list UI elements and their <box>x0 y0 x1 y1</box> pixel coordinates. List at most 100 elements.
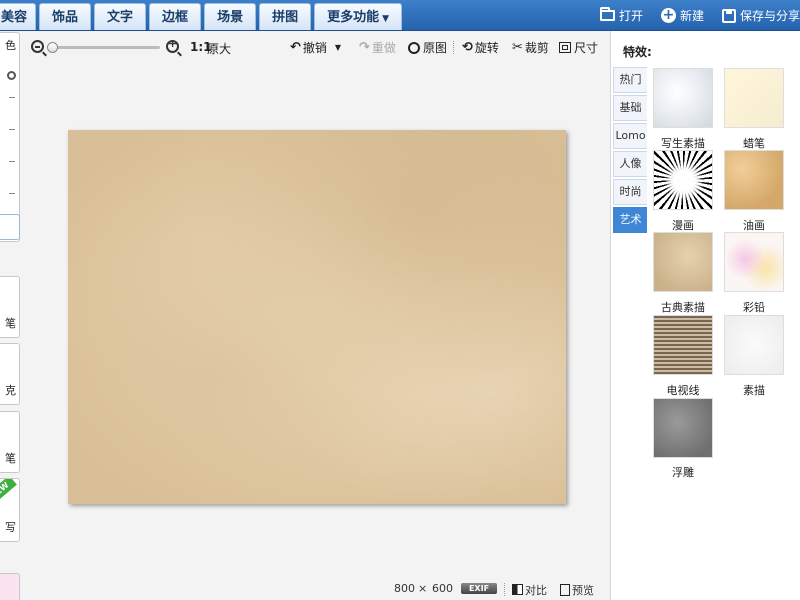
undo-icon: ↶ <box>290 40 301 55</box>
save-share-label: 保存与分享 <box>739 9 800 23</box>
redo-label: 重做 <box>371 41 396 55</box>
crop-button[interactable]: ✂ 裁剪 <box>512 39 549 56</box>
tab-more[interactable]: 更多功能 ▼ <box>314 3 403 30</box>
plus-icon: + <box>660 7 676 23</box>
effect-thumb-pencil-sketch[interactable] <box>724 315 784 375</box>
redo-button[interactable]: ↷ 重做 <box>359 39 396 56</box>
main-tabs: 美容 饰品 文字 边框 场景 拼图 更多功能 ▼ <box>0 3 405 31</box>
effect-thumb-manga[interactable] <box>653 150 713 210</box>
open-label: 打开 <box>618 9 643 23</box>
chevron-down-icon[interactable]: ▼ <box>335 43 341 52</box>
left-tool-label: 色 <box>5 39 16 52</box>
effect-thumb-crayon[interactable] <box>724 68 784 128</box>
compare-button[interactable]: 对比 <box>512 582 547 598</box>
category-basic[interactable]: 基础 <box>613 95 647 121</box>
rotate-icon: ⟲ <box>462 40 473 55</box>
undo-label: 撤销 <box>302 41 327 55</box>
zoom-out-icon[interactable] <box>31 40 44 53</box>
exif-button[interactable]: EXIF <box>461 583 497 594</box>
left-tool-selected[interactable] <box>0 214 20 240</box>
save-share-button[interactable]: 保存与分享 <box>721 7 800 24</box>
tab-text[interactable]: 文字 <box>94 3 147 30</box>
undo-button[interactable]: ↶ 撤销 ▼ <box>290 39 341 56</box>
divider <box>9 161 15 162</box>
effect-thumb-color-pencil[interactable] <box>724 232 784 292</box>
category-lomo[interactable]: Lomo <box>613 123 647 149</box>
open-button[interactable]: 打开 <box>599 7 643 24</box>
left-tool-strip: 色 笔 克 笔 NEW 写 <box>0 32 22 600</box>
scissors-icon: ✂ <box>512 40 523 55</box>
rotate-icon <box>7 71 16 80</box>
category-fashion[interactable]: 时尚 <box>613 179 647 205</box>
effect-label: 蜡笔 <box>743 137 765 150</box>
preview-label: 预览 <box>572 584 594 597</box>
times-sign: × <box>418 582 428 595</box>
left-tool-item[interactable]: 笔 <box>0 276 20 338</box>
original-size-button[interactable]: 原大 <box>207 40 231 57</box>
effect-label: 漫画 <box>672 219 694 232</box>
left-tool-item[interactable] <box>0 573 20 600</box>
zoom-slider[interactable] <box>47 42 160 53</box>
image-width: 800 <box>394 582 415 595</box>
rotate-button[interactable]: ⟲ 旋转 <box>462 39 499 56</box>
left-tool-label: 笔 <box>5 317 16 330</box>
edit-toolbar: 1:1 原大 ↶ 撤销 ▼ ↷ 重做 原图 ⟲ 旋转 ✂ 裁剪 尺寸 <box>28 36 603 58</box>
effect-thumb-sketch[interactable] <box>653 68 713 128</box>
chevron-down-icon: ▼ <box>382 14 390 24</box>
original-label: 原图 <box>423 41 448 55</box>
crop-label: 裁剪 <box>524 41 549 55</box>
left-tool-item[interactable]: 克 <box>0 343 20 405</box>
canvas-image[interactable] <box>68 130 566 504</box>
circle-icon <box>408 41 420 54</box>
effect-thumb-classic-sketch[interactable] <box>653 232 713 292</box>
effect-label: 写生素描 <box>661 137 705 150</box>
left-tool-label: 笔 <box>5 452 16 465</box>
effect-label: 浮雕 <box>672 466 694 479</box>
divider <box>453 41 454 54</box>
effects-title: 特效: <box>623 45 652 59</box>
zoom-in-icon[interactable] <box>166 37 179 53</box>
rotate-label: 旋转 <box>474 41 499 55</box>
preview-button[interactable]: 预览 <box>560 582 594 598</box>
tab-accessories[interactable]: 饰品 <box>39 3 92 30</box>
tab-collage[interactable]: 拼图 <box>259 3 312 30</box>
image-height: 600 <box>432 582 453 595</box>
effect-label: 古典素描 <box>661 301 705 314</box>
effect-label: 彩铅 <box>743 301 765 314</box>
preview-icon <box>560 584 570 596</box>
original-image-button[interactable]: 原图 <box>408 39 447 56</box>
left-tool-label: 写 <box>5 521 16 534</box>
effect-label: 素描 <box>743 384 765 397</box>
left-tool-item[interactable]: 笔 <box>0 411 20 473</box>
effect-label: 电视线 <box>666 384 700 397</box>
tab-beauty[interactable]: 美容 <box>0 3 37 30</box>
tab-more-label: 更多功能 <box>327 10 380 25</box>
divider <box>9 129 15 130</box>
divider <box>9 193 15 194</box>
left-tool-item[interactable]: NEW 写 <box>0 478 20 542</box>
compare-icon <box>512 584 523 595</box>
new-label: 新建 <box>679 9 704 23</box>
category-hot[interactable]: 热门 <box>613 67 647 93</box>
divider <box>9 97 15 98</box>
new-button[interactable]: + 新建 <box>660 7 704 24</box>
effect-thumb-emboss[interactable] <box>653 398 713 458</box>
tab-scene[interactable]: 场景 <box>204 3 257 30</box>
category-art[interactable]: 艺术 <box>613 207 647 233</box>
divider <box>504 583 505 596</box>
resize-icon <box>559 42 571 53</box>
effect-thumb-tv-lines[interactable] <box>653 315 713 375</box>
effects-panel: 特效: 热门 基础 Lomo 人像 时尚 艺术 写生素描 蜡笔 漫画 油画 古典… <box>610 31 800 600</box>
save-icon <box>721 8 736 23</box>
redo-icon: ↷ <box>359 40 370 55</box>
effect-thumb-oil[interactable] <box>724 150 784 210</box>
tab-frame[interactable]: 边框 <box>149 3 202 30</box>
left-tool-group[interactable]: 色 <box>0 32 20 242</box>
left-tool-label: 克 <box>5 384 16 397</box>
size-label: 尺寸 <box>574 41 599 55</box>
resize-button[interactable]: 尺寸 <box>559 39 598 56</box>
category-portrait[interactable]: 人像 <box>613 151 647 177</box>
status-bar: 800 × 600 EXIF 对比 预览 <box>380 580 610 598</box>
zoom-slider-thumb[interactable] <box>47 42 58 53</box>
compare-label: 对比 <box>525 584 547 597</box>
